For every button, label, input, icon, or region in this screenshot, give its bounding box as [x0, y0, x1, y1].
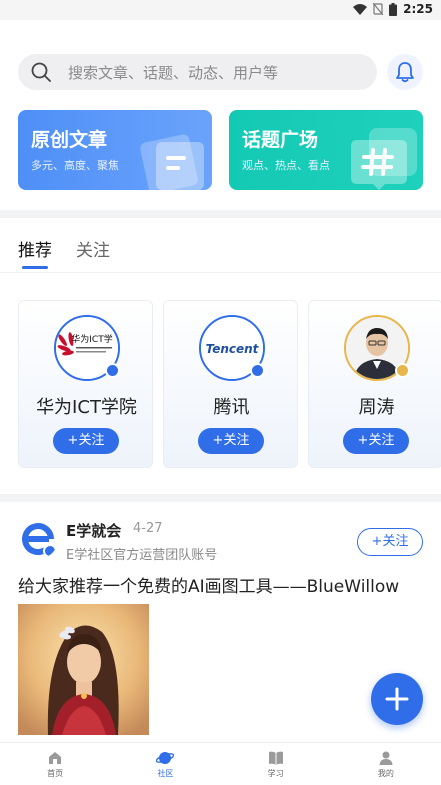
nav-item-study[interactable]: 学习	[221, 743, 331, 785]
follow-button[interactable]: +关注	[343, 428, 409, 454]
section-divider	[0, 494, 441, 502]
verified-badge-icon	[105, 363, 120, 378]
original-articles-banner[interactable]: 原创文章 多元、高度、聚焦	[18, 110, 212, 190]
tab-label: 关注	[76, 241, 110, 261]
avatar[interactable]	[18, 519, 58, 559]
card-name: 周涛	[358, 397, 395, 418]
nav-item-profile[interactable]: 我的	[331, 743, 441, 785]
post-image[interactable]	[18, 604, 149, 735]
nav-label: 学习	[267, 769, 284, 778]
feed-tabs: 推荐 关注	[18, 232, 110, 272]
home-icon	[49, 752, 62, 764]
status-time: 2:25	[403, 2, 433, 16]
wifi-icon	[353, 3, 368, 15]
hashtag-icon	[351, 128, 417, 190]
post-date: 4-27	[133, 521, 163, 536]
nav-label: 社区	[157, 769, 174, 778]
recommend-cards: 华为ICT学 华为ICT学院 +关注 Tencent 腾讯 +关注 周涛 +关注	[18, 300, 441, 468]
verified-badge-icon	[395, 363, 410, 378]
status-bar: 2:25	[0, 0, 441, 20]
user-icon	[379, 751, 393, 765]
recommend-card[interactable]: Tencent 腾讯 +关注	[163, 300, 298, 468]
search-input[interactable]: 搜索文章、话题、动态、用户等	[18, 54, 377, 90]
document-icon	[140, 134, 204, 190]
verified-badge-icon	[250, 363, 265, 378]
banner-title: 话题广场	[242, 129, 319, 151]
ai-portrait-image	[18, 604, 149, 735]
logo-text: 华为ICT学	[71, 333, 112, 345]
banner-title: 原创文章	[31, 129, 108, 151]
tabs-divider	[0, 272, 441, 273]
battery-icon	[389, 2, 398, 16]
logo-text: Tencent	[206, 342, 260, 356]
search-icon	[31, 62, 51, 82]
planet-icon	[156, 752, 175, 764]
nav-label: 首页	[47, 769, 64, 778]
bottom-nav: 首页 社区 学习 我的	[0, 742, 441, 785]
follow-button[interactable]: +关注	[357, 528, 423, 556]
section-divider	[0, 210, 441, 218]
card-name: 腾讯	[213, 397, 250, 418]
no-sim-icon	[373, 3, 384, 15]
nav-label: 我的	[377, 769, 394, 778]
topic-square-banner[interactable]: 话题广场 观点、热点、看点	[229, 110, 423, 190]
follow-button[interactable]: +关注	[53, 428, 119, 454]
nav-item-home[interactable]: 首页	[0, 743, 110, 785]
search-placeholder: 搜索文章、话题、动态、用户等	[68, 64, 279, 82]
tab-following[interactable]: 关注	[76, 232, 110, 272]
card-name: 华为ICT学院	[36, 397, 137, 418]
banner-subtitle: 观点、热点、看点	[242, 159, 330, 172]
tab-indicator	[22, 266, 48, 269]
banner-subtitle: 多元、高度、聚焦	[31, 159, 119, 172]
post-author[interactable]: E学就会	[66, 520, 121, 541]
notification-button[interactable]	[387, 54, 423, 90]
follow-button[interactable]: +关注	[198, 428, 264, 454]
book-icon	[268, 751, 283, 765]
recommend-card[interactable]: 周涛 +关注	[308, 300, 441, 468]
post-title[interactable]: 给大家推荐一个免费的AI画图工具——BlueWillow	[18, 572, 428, 597]
recommend-card[interactable]: 华为ICT学 华为ICT学院 +关注	[18, 300, 153, 468]
create-post-button[interactable]	[371, 673, 423, 725]
nav-item-community[interactable]: 社区	[110, 743, 220, 785]
plus-icon	[385, 687, 409, 711]
status-icons: 2:25	[353, 2, 433, 16]
bell-icon	[396, 62, 414, 83]
tab-label: 推荐	[18, 241, 52, 261]
tab-recommend[interactable]: 推荐	[18, 232, 52, 272]
post-author-description: E学社区官方运营团队账号	[66, 548, 218, 563]
search-row: 搜索文章、话题、动态、用户等	[18, 54, 423, 90]
